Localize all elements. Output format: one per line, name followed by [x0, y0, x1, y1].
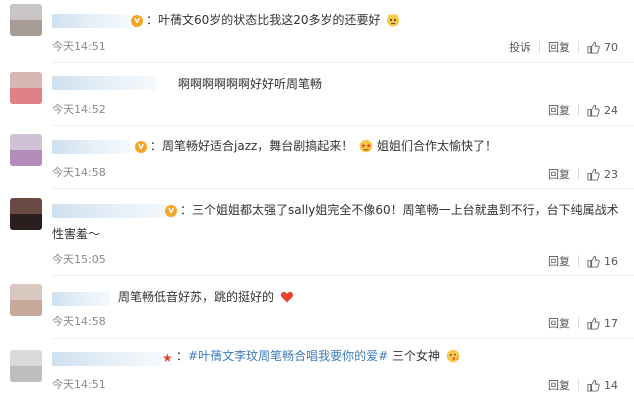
comment-text-line2: 性害羞～: [52, 227, 101, 241]
avatar[interactable]: [10, 284, 42, 316]
comment-actions: 回复 17: [548, 315, 618, 331]
avatar[interactable]: [10, 198, 42, 230]
heart-emoji-icon: [280, 291, 293, 303]
comment-time: 今天14:58: [52, 315, 106, 328]
comment-text: ：叶蒨文60岁的状态比我这20多岁的还要好: [146, 10, 400, 31]
like-icon[interactable]: [587, 168, 600, 181]
divider: [52, 62, 634, 63]
like-count: 70: [604, 40, 618, 54]
comment-actions: 回复 14: [548, 377, 618, 393]
divider: [52, 338, 634, 339]
like-icon[interactable]: [587, 41, 600, 54]
comment-actions: 回复 16: [548, 253, 618, 269]
divider: [52, 188, 634, 189]
reply-link[interactable]: 回复: [548, 315, 570, 331]
username-blurred[interactable]: [52, 352, 162, 366]
divider: [52, 125, 634, 126]
reply-link[interactable]: 回复: [548, 102, 570, 118]
like-count: 24: [604, 103, 618, 117]
comment-text: ：周笔畅好适合jazz，舞台剧搞起来！ 姐姐们合作太愉快了！: [150, 139, 497, 153]
avatar[interactable]: [10, 134, 42, 166]
star-eyes-emoji-icon: [359, 139, 373, 153]
comment-text: ：#叶蒨文李玟周笔畅合唱我要你的爱# 三个女神: [176, 346, 460, 367]
like-count: 23: [604, 167, 618, 181]
username-blurred[interactable]: [52, 76, 156, 90]
username-blurred[interactable]: [52, 292, 110, 306]
reply-link[interactable]: 回复: [548, 253, 570, 269]
comment-text: 周笔畅低音好苏，跳的挺好的: [118, 287, 294, 308]
like-icon[interactable]: [587, 379, 600, 392]
like-icon[interactable]: [587, 255, 600, 268]
comment-actions: 回复 24: [548, 102, 618, 118]
report-link[interactable]: 投诉: [509, 39, 531, 55]
comment-time: 今天15:05: [52, 253, 106, 266]
comment-actions: 回复 23: [548, 166, 618, 182]
like-count: 14: [604, 378, 618, 392]
reply-link[interactable]: 回复: [548, 39, 570, 55]
like-icon[interactable]: [587, 104, 600, 117]
divider: [52, 275, 634, 276]
avatar[interactable]: [10, 72, 42, 104]
verified-badge-icon: v: [131, 15, 143, 27]
comment-text: ：三个姐姐都太强了sally姐完全不像60！周笔畅一上台就蛊到不行，台下纯属战术: [180, 203, 619, 217]
verified-badge-icon: v: [165, 205, 177, 217]
verified-badge-icon: v: [135, 141, 147, 153]
reply-link[interactable]: 回复: [548, 377, 570, 393]
comment-actions: 投诉 回复 70: [509, 39, 618, 55]
comment-time: 今天14:58: [52, 166, 106, 179]
like-count: 16: [604, 254, 618, 268]
comment-text: 啊啊啊啊啊啊好好听周笔畅: [178, 77, 323, 91]
reply-link[interactable]: 回复: [548, 166, 570, 182]
comment-time: 今天14:51: [52, 40, 106, 53]
cat-emoji-icon: [387, 13, 400, 27]
comment-time: 今天14:51: [52, 378, 106, 391]
avatar[interactable]: [10, 4, 42, 36]
like-icon[interactable]: [587, 317, 600, 330]
username-blurred[interactable]: [52, 14, 128, 28]
username-blurred[interactable]: [52, 140, 130, 154]
username-blurred[interactable]: [52, 204, 174, 218]
star-badge-icon: ★: [162, 351, 173, 365]
avatar[interactable]: [10, 350, 42, 382]
like-count: 17: [604, 316, 618, 330]
comment-time: 今天14:52: [52, 103, 106, 116]
kiss-emoji-icon: [446, 349, 460, 363]
hashtag-link[interactable]: #叶蒨文李玟周笔畅合唱我要你的爱#: [188, 349, 388, 363]
